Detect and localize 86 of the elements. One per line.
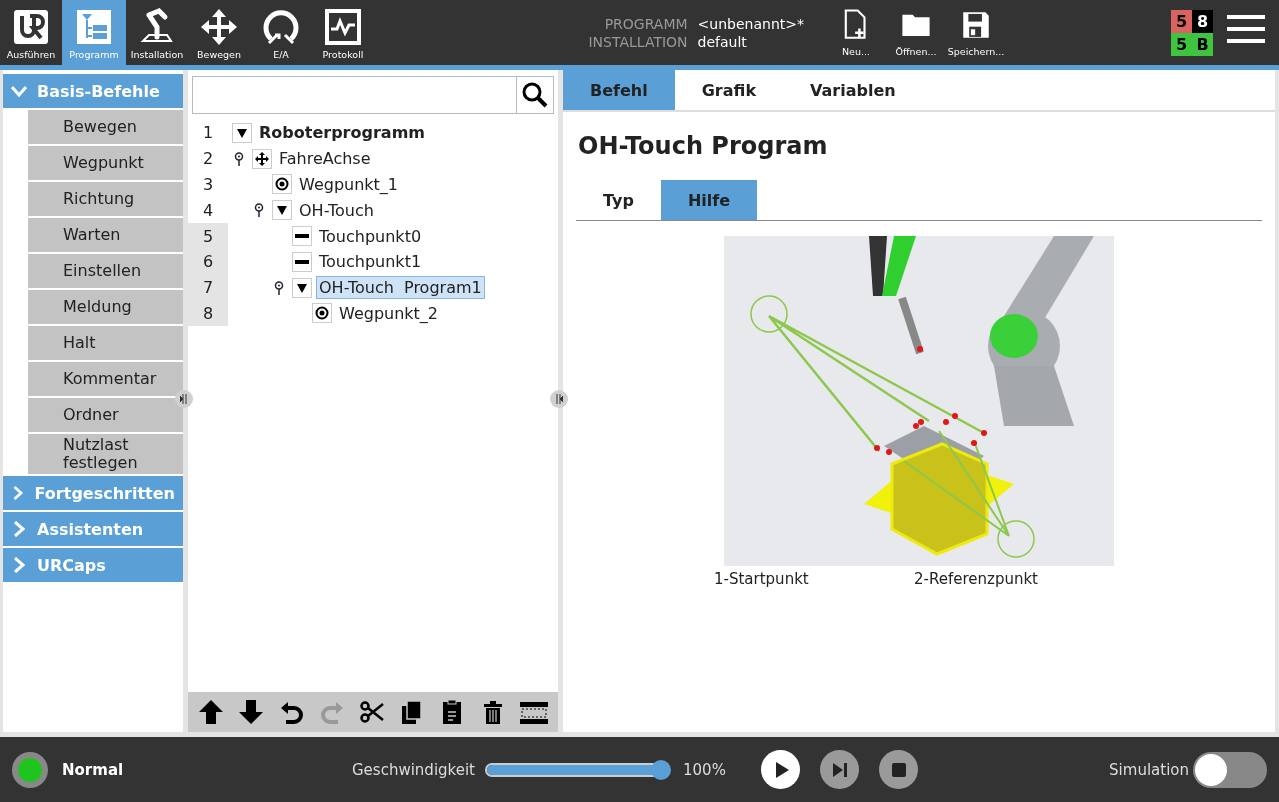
tree-node[interactable]: Touchpunkt1 — [316, 250, 425, 274]
line-number: 6 — [188, 249, 228, 275]
move-arrows-icon — [199, 7, 239, 47]
status-cell: 5 — [1171, 33, 1192, 56]
chevron-icon — [11, 485, 25, 501]
file-button[interactable]: Speichern... — [946, 0, 1006, 65]
expand-toggle[interactable] — [272, 200, 292, 221]
play-button[interactable] — [761, 750, 800, 789]
tree-node[interactable]: Roboterprogramm — [256, 121, 428, 145]
triangle-icon — [276, 204, 288, 217]
command-button[interactable]: Meldung — [28, 290, 183, 324]
command-button[interactable]: Richtung — [28, 182, 183, 216]
command-button[interactable]: Warten — [28, 218, 183, 252]
status-cell: 8 — [1192, 10, 1213, 33]
waypoint-icon — [312, 303, 332, 324]
command-button[interactable]: Kommentar — [28, 362, 183, 396]
tree-node[interactable]: FahreAchse — [276, 147, 374, 171]
line-number: 7 — [188, 274, 228, 301]
nav-tab[interactable]: Ausführen — [0, 0, 62, 65]
tab[interactable]: Grafik — [674, 70, 784, 110]
line-number: 2 — [201, 148, 215, 171]
tab[interactable]: Befehl — [563, 70, 675, 110]
stop-icon — [889, 760, 908, 779]
dash-icon — [292, 226, 312, 247]
node-title: OH-Touch Program — [578, 132, 829, 160]
pin-icon — [254, 203, 264, 218]
tab[interactable]: Variablen — [783, 70, 923, 110]
simulation-toggle[interactable] — [1193, 751, 1267, 788]
status-light — [12, 751, 48, 788]
triangle-icon — [296, 281, 308, 294]
installation-label: INSTALLATION — [588, 33, 688, 50]
search-icon[interactable] — [522, 82, 548, 108]
circle-arrows-icon — [261, 7, 301, 47]
status-cell: B — [1192, 33, 1213, 56]
tab[interactable]: Hilfe — [660, 180, 758, 220]
expand-toggle[interactable] — [232, 122, 252, 143]
expand-toggle[interactable] — [292, 277, 312, 298]
collapse-handle[interactable] — [550, 390, 568, 408]
move-arrows-icon — [252, 148, 272, 169]
program-tree-icon — [74, 7, 114, 47]
line-number: 3 — [201, 174, 215, 196]
command-button[interactable]: Einstellen — [28, 254, 183, 288]
tree-node[interactable]: Wegpunkt_2 — [336, 301, 442, 325]
pin-icon — [274, 280, 284, 295]
line-number: 5 — [188, 223, 228, 249]
line-number: 8 — [188, 300, 228, 327]
tree-node[interactable]: Touchpunkt0 — [316, 224, 425, 248]
file-button[interactable]: Öffnen... — [886, 0, 946, 65]
speed-reading: 100% — [683, 760, 727, 779]
speed-label: Geschwindigkeit — [352, 760, 475, 779]
search-field[interactable] — [192, 76, 554, 114]
file-button[interactable]: Neu... — [826, 0, 886, 65]
figure-caption: 2-Referenzpunkt — [914, 570, 1039, 588]
program-label: PROGRAMM — [603, 15, 688, 32]
tree-node[interactable]: OH-Touch Program1 — [316, 276, 485, 300]
chevron-icon — [11, 557, 27, 573]
command-button[interactable]: Ordner — [28, 398, 183, 432]
line-number: 4 — [201, 199, 215, 222]
nav-tab[interactable]: E/A — [250, 0, 312, 65]
pin-icon — [234, 151, 244, 166]
tab[interactable]: Typ — [576, 180, 661, 220]
line-number: 1 — [201, 122, 215, 145]
command-button[interactable]: Halt — [28, 326, 183, 360]
command-button[interactable]: Nutzlast festlegen — [28, 434, 183, 474]
skip-icon — [830, 760, 849, 779]
nav-tab[interactable]: Protokoll — [312, 0, 374, 65]
robot-status: Normal — [62, 760, 125, 779]
installation-name: default — [697, 33, 748, 50]
chevron-icon — [11, 83, 27, 99]
tree-node[interactable]: Wegpunkt_1 — [296, 173, 402, 196]
dash-icon — [292, 251, 312, 272]
program-name: <unbenannt>* — [697, 15, 804, 32]
waypoint-icon — [272, 174, 292, 195]
nav-tab[interactable]: Installation — [126, 0, 188, 65]
command-button[interactable]: Bewegen — [28, 110, 183, 144]
chevron-icon — [11, 521, 27, 537]
triangle-icon — [236, 126, 248, 139]
tree-node[interactable]: OH-Touch — [296, 198, 377, 222]
ur-logo-icon — [11, 7, 51, 47]
slider-thumb[interactable] — [651, 759, 671, 780]
status-cell: 5 — [1171, 10, 1192, 33]
simulation-label: Simulation — [1109, 760, 1189, 779]
menu-icon[interactable] — [1227, 14, 1265, 44]
nav-tab[interactable]: Bewegen — [188, 0, 250, 65]
command-button[interactable]: Wegpunkt — [28, 146, 183, 180]
figure-caption: 1-Startpunkt — [714, 570, 810, 588]
